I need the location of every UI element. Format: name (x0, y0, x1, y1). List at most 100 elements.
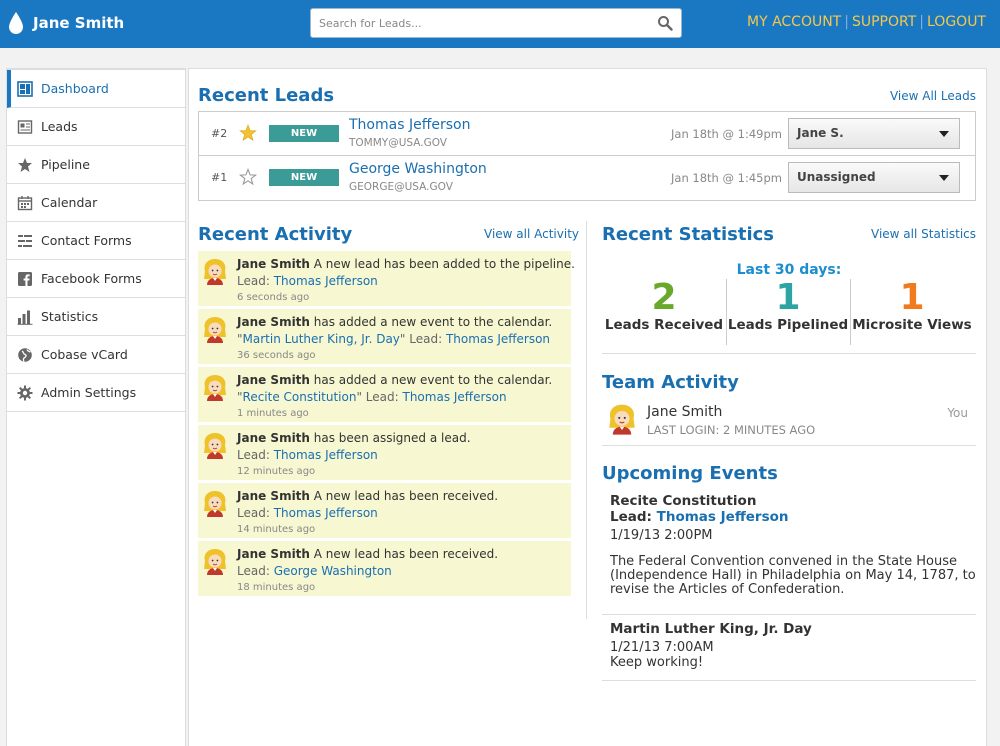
activity-actor[interactable]: Jane Smith (237, 547, 310, 561)
support-link[interactable]: SUPPORT (852, 14, 916, 30)
activity-actor[interactable]: Jane Smith (237, 315, 310, 329)
link-separator: | (844, 14, 849, 30)
activity-item: Jane Smith A new lead has been received.… (198, 541, 571, 599)
activity-lead-link[interactable]: Thomas Jefferson (274, 506, 378, 520)
lead-name-link[interactable]: George Washington (349, 161, 487, 177)
event-description: Keep working! (610, 655, 704, 670)
activity-lead-prefix: Lead: (237, 506, 274, 520)
top-bar: Jane Smith MY ACCOUNT|SUPPORT|LOGOUT (0, 0, 1000, 48)
activity-lead-link[interactable]: Thomas Jefferson (446, 332, 550, 346)
assignee-select[interactable]: Jane S. (788, 118, 960, 149)
you-tag: You (947, 406, 968, 420)
activity-detail: "Recite Constitution" Lead: Thomas Jeffe… (237, 390, 507, 404)
activity-line: Jane Smith has added a new event to the … (237, 315, 552, 329)
lead-row[interactable]: #2 NEW Thomas Jefferson TOMMY@USA.GOV Ja… (199, 112, 975, 156)
activity-lead-link[interactable]: Thomas Jefferson (274, 274, 378, 288)
stat-value: 1 (899, 277, 925, 318)
activity-lead-link[interactable]: Thomas Jefferson (274, 448, 378, 462)
statistics-box: Last 30 days: 2 Leads Received 1 Leads P… (602, 254, 976, 354)
sidebar-item-label: Pipeline (41, 157, 90, 172)
my-account-link[interactable]: MY ACCOUNT (747, 14, 841, 30)
activity-detail: Lead: Thomas Jefferson (237, 274, 378, 288)
search-icon[interactable] (657, 15, 673, 31)
view-all-statistics-link[interactable]: View all Statistics (871, 227, 976, 241)
leads-icon (17, 119, 33, 134)
sidebar-item-admin-settings[interactable]: Admin Settings (7, 374, 185, 412)
activity-item: Jane Smith A new lead has been added to … (198, 251, 575, 309)
search-input[interactable] (311, 9, 641, 37)
activity-lead-link[interactable]: Thomas Jefferson (403, 390, 507, 404)
sidebar-item-statistics[interactable]: Statistics (7, 298, 185, 336)
bar-chart-icon (17, 310, 33, 325)
activity-item: Jane Smith has been assigned a lead. Lea… (198, 425, 571, 483)
activity-item: Jane Smith has added a new event to the … (198, 309, 571, 367)
new-badge: NEW (269, 169, 339, 186)
activity-text: has been assigned a lead. (309, 431, 471, 445)
activity-lead-prefix: Lead: (237, 564, 274, 578)
globe-icon (18, 347, 32, 362)
avatar-icon (204, 375, 226, 401)
activity-actor[interactable]: Jane Smith (237, 489, 310, 503)
recent-statistics-title: Recent Statistics (602, 224, 774, 245)
user-name[interactable]: Jane Smith (33, 14, 124, 32)
stat-value: 2 (651, 277, 677, 318)
sidebar-item-contact-forms[interactable]: Contact Forms (7, 222, 185, 260)
event-lead-link[interactable]: Thomas Jefferson (657, 509, 789, 525)
sidebar-item-facebook-forms[interactable]: Facebook Forms (7, 260, 185, 298)
link-separator: | (919, 14, 924, 30)
sidebar-item-label: Contact Forms (41, 233, 132, 248)
stat-label: Microsite Views (852, 317, 972, 333)
activity-line: Jane Smith has added a new event to the … (237, 373, 552, 387)
activity-text: A new lead has been received. (309, 547, 499, 561)
search-box[interactable] (310, 8, 682, 38)
sidebar-item-label: Admin Settings (41, 385, 137, 400)
lead-email: TOMMY@USA.GOV (349, 137, 447, 149)
event-datetime: 1/21/13 7:00AM (610, 640, 714, 655)
activity-list: Jane Smith A new lead has been added to … (198, 251, 575, 599)
activity-actor[interactable]: Jane Smith (237, 257, 310, 271)
event-item: Recite Constitution Lead: Thomas Jeffers… (602, 493, 976, 615)
form-icon (18, 234, 32, 247)
star-filled-icon[interactable] (239, 124, 257, 142)
stat-label: Leads Received (604, 317, 724, 333)
lead-row[interactable]: #1 NEW George Washington GEORGE@USA.GOV … (199, 156, 975, 200)
lead-name-link[interactable]: Thomas Jefferson (349, 117, 470, 133)
lead-rank: #2 (211, 127, 228, 140)
assignee-select[interactable]: Unassigned (788, 162, 960, 193)
activity-text: has added a new event to the calendar. (309, 315, 553, 329)
activity-actor[interactable]: Jane Smith (237, 373, 310, 387)
sidebar-item-calendar[interactable]: Calendar (7, 184, 185, 222)
logout-link[interactable]: LOGOUT (927, 14, 986, 30)
event-item: Martin Luther King, Jr. Day 1/21/13 7:00… (602, 621, 976, 681)
activity-time: 18 minutes ago (237, 582, 316, 593)
avatar-icon (204, 259, 226, 285)
sidebar-item-label: Calendar (41, 195, 98, 210)
sidebar-item-label: Cobase vCard (41, 347, 128, 362)
water-drop-icon (9, 12, 23, 34)
activity-actor[interactable]: Jane Smith (237, 431, 310, 445)
sidebar-item-leads[interactable]: Leads (7, 108, 185, 146)
view-all-leads-link[interactable]: View All Leads (890, 89, 976, 103)
calendar-icon (17, 195, 33, 210)
sidebar-item-pipeline[interactable]: Pipeline (7, 146, 185, 184)
activity-lead-link[interactable]: George Washington (274, 564, 392, 578)
activity-event-link[interactable]: Martin Luther King, Jr. Day (243, 332, 400, 346)
star-outline-icon[interactable] (239, 168, 257, 186)
activity-time: 6 seconds ago (237, 292, 310, 303)
avatar-icon (204, 433, 226, 459)
view-all-activity-link[interactable]: View all Activity (484, 227, 579, 241)
activity-detail: Lead: Thomas Jefferson (237, 506, 378, 520)
activity-time: 1 minutes ago (237, 408, 309, 419)
avatar-icon (609, 404, 635, 435)
stats-period: Last 30 days: (736, 262, 842, 278)
activity-event-link[interactable]: Recite Constitution (243, 390, 357, 404)
team-member-last-login: LAST LOGIN: 2 MINUTES AGO (647, 423, 816, 437)
activity-line: Jane Smith A new lead has been added to … (237, 257, 575, 271)
event-datetime: 1/19/13 2:00PM (610, 528, 713, 543)
sidebar-item-dashboard[interactable]: Dashboard (7, 70, 185, 108)
facebook-icon (18, 271, 32, 286)
activity-detail: "Martin Luther King, Jr. Day" Lead: Thom… (237, 332, 550, 346)
activity-time: 14 minutes ago (237, 524, 316, 535)
sidebar-item-label: Facebook Forms (41, 271, 142, 286)
sidebar-item-cobase-vcard[interactable]: Cobase vCard (7, 336, 185, 374)
